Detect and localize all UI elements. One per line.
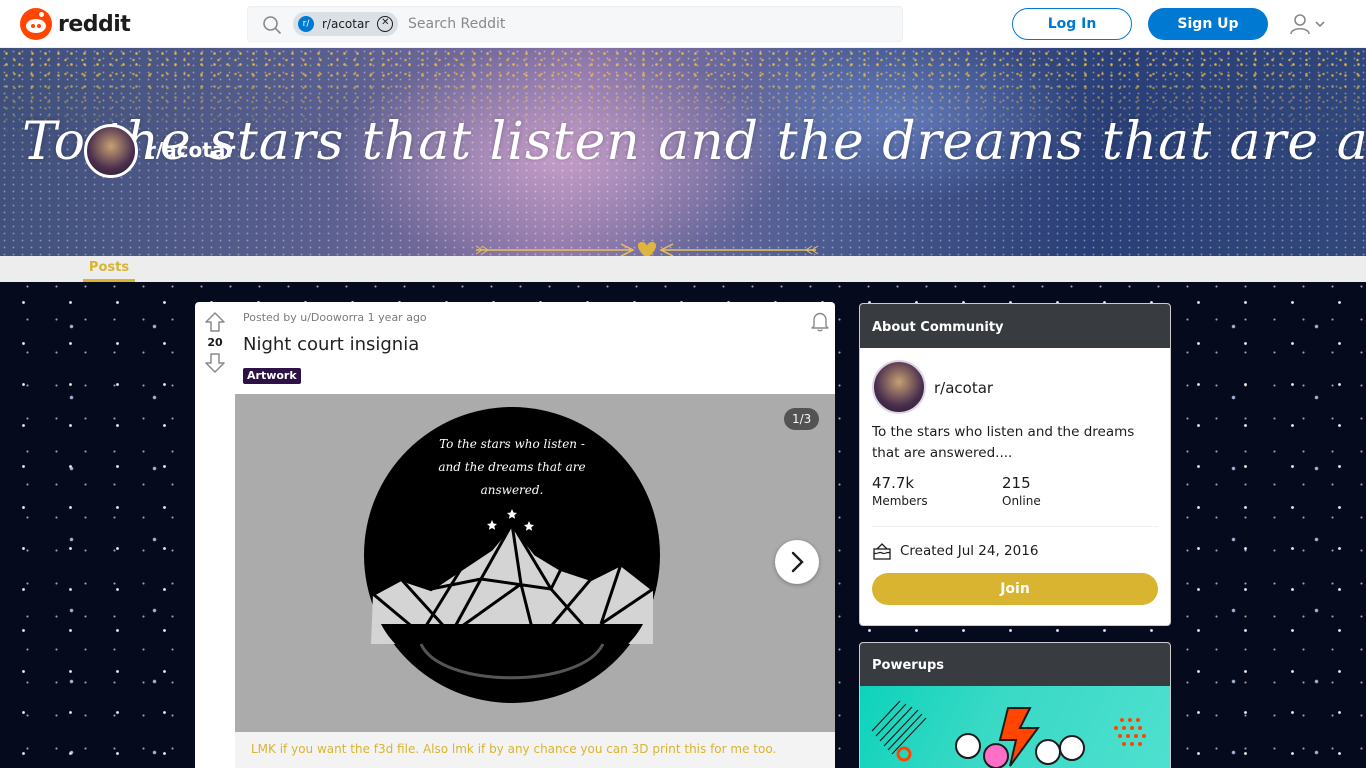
upvote-icon[interactable] [203, 310, 227, 334]
search-input[interactable] [408, 7, 888, 41]
gallery-caption: LMK if you want the f3d file. Also lmk i… [235, 732, 835, 768]
community-nav: Posts [0, 256, 1366, 282]
post-flair[interactable]: Artwork [243, 368, 301, 384]
reddit-logo-icon [20, 8, 52, 40]
about-heading: About Community [860, 304, 1170, 348]
reddit-logo[interactable]: reddit [20, 8, 131, 40]
about-community-widget: About Community r/acotar To the stars wh… [859, 303, 1171, 626]
signup-button[interactable]: Sign Up [1148, 8, 1268, 40]
powerups-illustration [860, 686, 1170, 768]
online-count: 215 [1002, 474, 1031, 492]
online-stat: 215 Online [1002, 474, 1041, 508]
community-avatar [84, 124, 138, 178]
created-date-text: Created Jul 24, 2016 [900, 543, 1039, 559]
vote-score: 20 [207, 336, 223, 349]
about-community-name[interactable]: r/acotar [934, 379, 993, 397]
about-divider [872, 526, 1158, 527]
tab-posts[interactable]: Posts [83, 260, 135, 282]
insignia-text-line-3: answered. [481, 483, 544, 497]
community-name: r/acotar [146, 138, 236, 162]
heart-arrow-icon [475, 242, 819, 256]
powerups-heading: Powerups [860, 643, 1170, 686]
downvote-icon[interactable] [203, 351, 227, 375]
chevron-down-icon [1315, 21, 1325, 28]
user-icon [1290, 14, 1310, 35]
search-bar[interactable]: r/ r/acotar ✕ [247, 6, 903, 42]
night-court-insignia-image: To the stars who listen - and the dreams… [364, 407, 660, 703]
user-menu-button[interactable] [1288, 12, 1332, 36]
members-label: Members [872, 494, 928, 508]
about-description: To the stars who listen and the dreams t… [872, 424, 1135, 461]
about-community-avatar[interactable] [872, 360, 926, 414]
community-chip-avatar: r/ [298, 16, 314, 32]
created-date: Created Jul 24, 2016 [872, 542, 1038, 560]
insignia-text-line-2: and the dreams that are [438, 460, 585, 474]
post-card[interactable]: 20 Posted by u/Dooworra 1 year ago Night… [195, 302, 835, 768]
community-chip-label: r/acotar [322, 17, 370, 31]
search-icon [263, 16, 282, 35]
gallery-next-button[interactable] [775, 540, 819, 584]
post-meta: Posted by u/Dooworra 1 year ago [243, 311, 427, 324]
cake-icon [873, 543, 891, 560]
post-title[interactable]: Night court insignia [243, 334, 419, 355]
login-button[interactable]: Log In [1012, 8, 1132, 40]
join-button[interactable]: Join [872, 573, 1158, 605]
vote-column: 20 [195, 302, 235, 394]
close-circle-icon[interactable]: ✕ [377, 16, 394, 32]
gallery-counter: 1/3 [784, 408, 820, 430]
bell-icon[interactable] [809, 310, 831, 332]
members-stat: 47.7k Members [872, 474, 928, 508]
chevron-right-icon [791, 551, 804, 573]
top-bar: reddit r/ r/acotar ✕ Log In Sign Up [0, 0, 1366, 48]
members-count: 47.7k [872, 474, 915, 492]
search-community-chip[interactable]: r/ r/acotar ✕ [293, 12, 399, 36]
logo-text: reddit [58, 11, 131, 37]
post-gallery[interactable]: To the stars who listen - and the dreams… [235, 394, 835, 732]
powerups-widget: Powerups [859, 642, 1171, 768]
insignia-text-line-1: To the stars who listen - [439, 437, 585, 451]
online-label: Online [1002, 494, 1041, 508]
